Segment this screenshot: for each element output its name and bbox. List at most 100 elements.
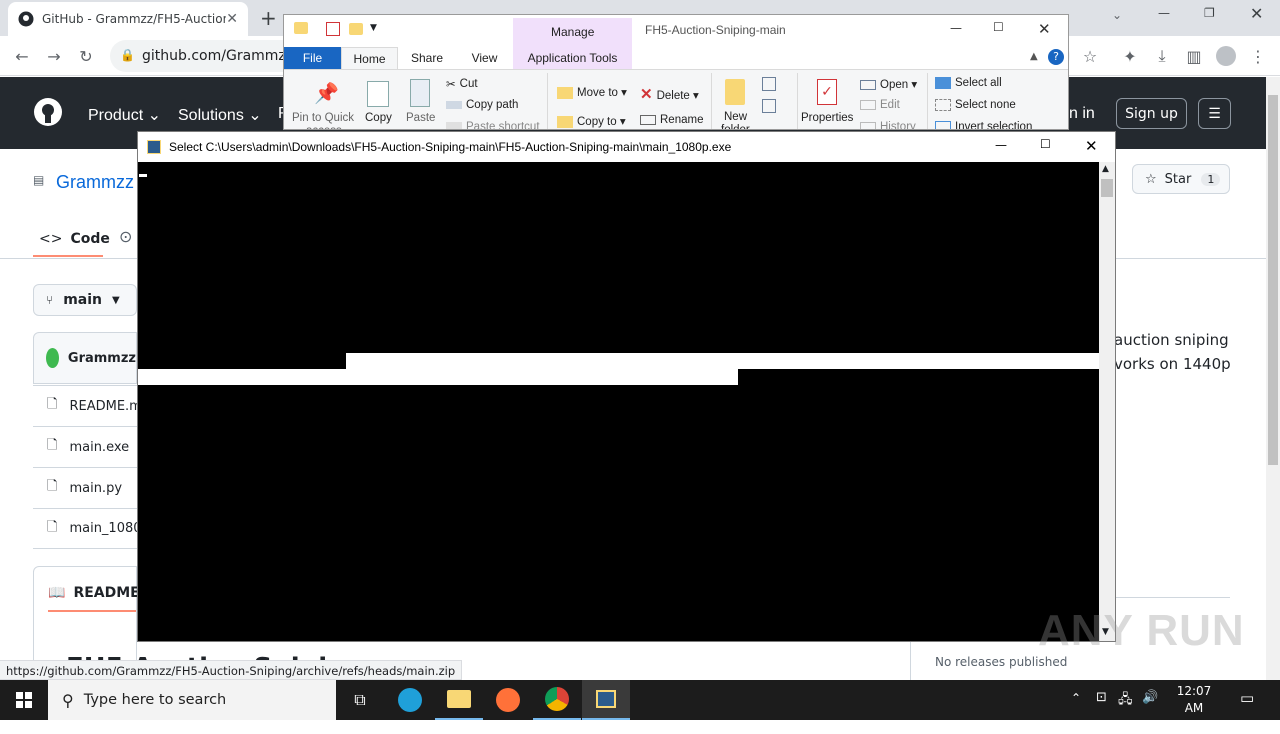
reload-icon[interactable]: ↻ — [72, 42, 100, 70]
new-folder-quick-icon[interactable] — [349, 23, 363, 35]
browser-tab[interactable]: GitHub - Grammzz/FH5-Auction ✕ — [8, 2, 248, 36]
customize-toolbar-icon[interactable]: ▼ — [370, 23, 377, 33]
ribbon-group-divider — [547, 73, 548, 129]
scroll-up-icon[interactable]: ▲ — [1102, 164, 1109, 174]
edit-button[interactable]: Edit — [860, 99, 900, 111]
explorer-minimize-icon[interactable]: — — [950, 21, 962, 35]
tray-device-icon[interactable]: ⊡ — [1096, 690, 1107, 705]
file-icon: 🗋 — [47, 438, 58, 453]
menu-settings-icon[interactable]: ☰ — [1198, 98, 1231, 129]
repo-owner-link[interactable]: Grammzz — [56, 172, 134, 193]
file-explorer-taskbar-icon[interactable] — [435, 680, 483, 720]
copy-to-button[interactable]: Copy to ▾ — [557, 114, 626, 128]
delete-button[interactable]: ✕ Delete ▾ — [640, 85, 699, 103]
ribbon-group-divider — [711, 73, 712, 129]
volume-icon[interactable]: 🔊 — [1142, 690, 1158, 705]
console-title: Select C:\Users\admin\Downloads\FH5-Auct… — [169, 140, 732, 154]
ribbon-group-divider — [927, 73, 928, 129]
chrome-icon[interactable] — [533, 680, 581, 720]
console-scrollbar[interactable]: ▲ ▼ — [1099, 162, 1115, 641]
console-minimize-icon[interactable]: — — [995, 138, 1007, 152]
help-icon[interactable]: ? — [1048, 49, 1064, 65]
console-output[interactable] — [138, 162, 1099, 641]
profile-avatar-icon[interactable] — [1212, 42, 1240, 70]
sidebar-divider — [1116, 597, 1230, 598]
branch-selector[interactable]: ⑂ main ▼ — [33, 284, 137, 316]
explorer-maximize-icon[interactable]: ☐ — [993, 20, 1004, 34]
copy-button[interactable]: Copy — [365, 112, 392, 124]
console-close-icon[interactable]: ✕ — [1085, 137, 1098, 155]
paste-button[interactable]: Paste — [406, 112, 435, 124]
console-scroll-thumb[interactable] — [1101, 179, 1113, 197]
pin-to-quick-access-button[interactable]: Pin to Quick — [292, 112, 354, 124]
sign-in-link[interactable]: n in — [1069, 105, 1095, 123]
paste-shortcut-button[interactable]: Paste shortcut — [446, 121, 540, 129]
scroll-thumb[interactable] — [1268, 95, 1278, 465]
tab-home[interactable]: Home — [341, 47, 398, 69]
collapse-ribbon-icon[interactable]: ▲ — [1030, 51, 1038, 62]
restore-browser-icon[interactable]: ❐ — [1204, 6, 1215, 20]
task-view-icon[interactable]: ⧉ — [336, 680, 384, 720]
properties-quick-icon[interactable] — [326, 22, 340, 36]
sign-up-button[interactable]: Sign up — [1116, 98, 1187, 129]
tab-file[interactable]: File — [284, 47, 341, 69]
forward-icon[interactable]: → — [40, 42, 68, 70]
open-button[interactable]: Open ▾ — [860, 77, 917, 91]
minimize-browser-icon[interactable]: — — [1158, 6, 1170, 20]
history-button[interactable]: History — [860, 121, 916, 129]
properties-button[interactable]: Properties — [801, 112, 853, 124]
cut-button[interactable]: ✂ Cut — [446, 77, 478, 91]
console-maximize-icon[interactable]: ☐ — [1040, 137, 1051, 151]
firefox-icon[interactable] — [484, 680, 532, 720]
network-icon[interactable]: 🖧 — [1118, 690, 1133, 712]
rename-icon — [640, 114, 656, 125]
sidepanel-icon[interactable]: ▥ — [1180, 42, 1208, 70]
clock[interactable]: 12:07 AM 5/16/2025 — [1166, 683, 1228, 734]
file-row[interactable]: 🗋 main.py — [33, 467, 137, 508]
tab-application-tools[interactable]: Application Tools — [513, 47, 632, 69]
close-browser-icon[interactable]: ✕ — [1250, 4, 1263, 23]
explorer-close-icon[interactable]: ✕ — [1038, 20, 1051, 38]
console-taskbar-icon[interactable] — [582, 680, 630, 720]
new-item-icon[interactable] — [762, 77, 776, 91]
close-tab-icon[interactable]: ✕ — [226, 11, 238, 27]
bookmark-star-icon[interactable]: ☆ — [1076, 42, 1104, 70]
tab-code[interactable]: <> Code — [33, 223, 110, 257]
copy-icon — [367, 81, 389, 107]
start-button[interactable] — [0, 680, 48, 720]
delete-x-icon: ✕ — [640, 86, 653, 103]
nav-solutions[interactable]: Solutions ⌄ — [178, 105, 262, 125]
taskbar: ⚲ Type here to search ⧉ ⌃ ⊡ 🖧 🔊 12:07 AM… — [0, 680, 1280, 732]
star-button[interactable]: ☆ Star 1 — [1132, 164, 1230, 194]
tab-search-icon[interactable]: ⌄ — [1112, 8, 1122, 22]
new-folder-button[interactable]: New — [724, 111, 747, 123]
file-row[interactable]: 🗋 README.m — [33, 385, 142, 426]
select-all-button[interactable]: Select all — [935, 77, 1002, 89]
page-scrollbar[interactable] — [1266, 77, 1280, 680]
search-icon: ⚲ — [62, 690, 74, 710]
extensions-icon[interactable]: ✦ — [1116, 42, 1144, 70]
new-tab-button[interactable]: + — [260, 6, 277, 30]
readme-tab[interactable]: 📖 README — [48, 576, 140, 612]
github-logo-icon[interactable] — [33, 97, 63, 127]
tray-chevron-icon[interactable]: ⌃ — [1071, 691, 1081, 705]
issues-icon[interactable]: ⊙ — [119, 227, 132, 246]
file-row[interactable]: 🗋 main.exe — [33, 426, 137, 467]
copy-path-button[interactable]: Copy path — [446, 99, 518, 111]
file-row[interactable]: 🗋 main_1080 — [33, 508, 142, 549]
easy-access-icon[interactable] — [762, 99, 776, 113]
edge-icon[interactable] — [386, 680, 434, 720]
downloads-icon[interactable]: ⤓ — [1148, 42, 1176, 70]
move-to-button[interactable]: Move to ▾ — [557, 85, 627, 99]
invert-selection-button[interactable]: Invert selection — [935, 121, 1032, 129]
chevron-down-icon: ▼ — [112, 294, 120, 306]
rename-button[interactable]: Rename — [640, 114, 703, 126]
tab-share[interactable]: Share — [398, 47, 456, 69]
browser-menu-icon[interactable]: ⋮ — [1244, 42, 1272, 70]
select-none-button[interactable]: Select none — [935, 99, 1016, 111]
notifications-icon[interactable]: ▭ — [1240, 689, 1254, 707]
nav-product[interactable]: Product ⌄ — [88, 105, 161, 125]
back-icon[interactable]: ← — [8, 42, 36, 70]
taskbar-search[interactable]: ⚲ Type here to search — [48, 680, 336, 720]
tab-view[interactable]: View — [456, 47, 513, 69]
